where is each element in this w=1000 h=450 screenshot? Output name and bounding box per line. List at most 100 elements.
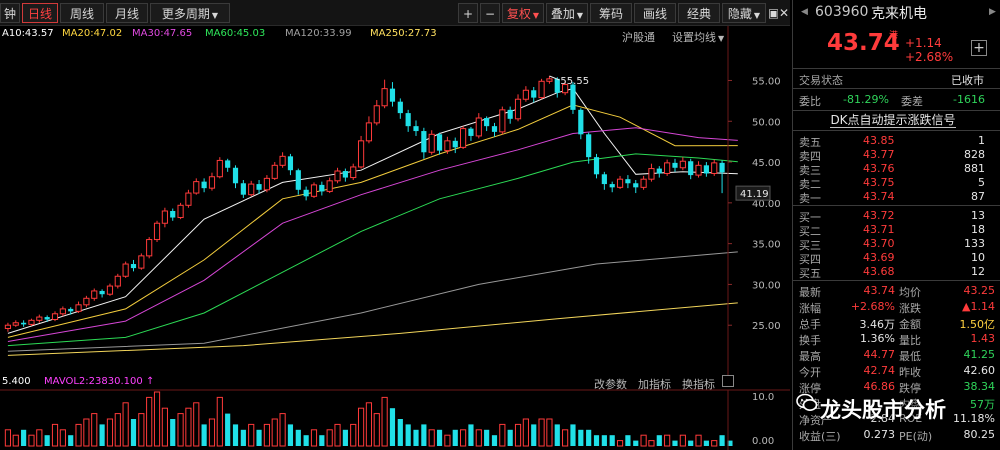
volume-bar[interactable] xyxy=(460,429,467,447)
volume-bar[interactable] xyxy=(310,429,318,447)
volume-bar[interactable] xyxy=(334,423,341,447)
candle-body[interactable] xyxy=(248,183,255,196)
candle-body[interactable] xyxy=(263,177,270,191)
volume-bar[interactable] xyxy=(287,424,294,446)
candle-body[interactable] xyxy=(593,157,600,175)
candle-body[interactable] xyxy=(586,134,592,158)
volume-bar[interactable] xyxy=(711,440,718,447)
volume-bar[interactable] xyxy=(570,424,576,446)
volume-bar[interactable] xyxy=(201,424,207,446)
candle-body[interactable] xyxy=(225,160,231,168)
candle-body[interactable] xyxy=(389,88,396,102)
candle-body[interactable] xyxy=(679,160,686,169)
candle-body[interactable] xyxy=(601,174,607,185)
volume-bar[interactable] xyxy=(240,429,246,446)
candle-body[interactable] xyxy=(240,183,246,195)
candle-body[interactable] xyxy=(475,117,482,137)
candle-body[interactable] xyxy=(616,178,624,188)
volume-bar[interactable] xyxy=(68,435,74,446)
candle-body[interactable] xyxy=(468,128,474,136)
volume-bar[interactable] xyxy=(357,407,365,447)
volume-bar[interactable] xyxy=(161,407,168,447)
candle-body[interactable] xyxy=(12,322,19,326)
chevron-left-icon[interactable]: ◀ xyxy=(801,7,808,17)
candle-body[interactable] xyxy=(452,140,458,148)
candle-body[interactable] xyxy=(75,304,82,312)
volume-bar[interactable] xyxy=(146,396,153,447)
volume-bar[interactable] xyxy=(648,440,655,447)
volume-bar[interactable] xyxy=(413,429,419,446)
candle-body[interactable] xyxy=(711,162,718,174)
volume-bar[interactable] xyxy=(106,418,114,447)
candle-body[interactable] xyxy=(538,80,545,99)
candle-body[interactable] xyxy=(648,168,655,180)
volume-bar[interactable] xyxy=(484,429,490,446)
volume-bar[interactable] xyxy=(177,413,184,447)
volume-bar[interactable] xyxy=(263,423,270,447)
hide-button[interactable]: 隐藏 ▼ xyxy=(722,3,766,23)
tab-more-periods[interactable]: 更多周期 ▼ xyxy=(150,3,230,23)
volume-bar[interactable] xyxy=(499,423,506,447)
candle-body[interactable] xyxy=(193,181,200,194)
volume-bar[interactable] xyxy=(428,429,435,447)
candle-body[interactable] xyxy=(138,255,145,269)
candle-body[interactable] xyxy=(185,192,192,206)
volume-bar[interactable] xyxy=(350,423,357,447)
volume-bar[interactable] xyxy=(436,429,443,446)
sell-order-row[interactable]: 卖二 43.75 5 xyxy=(793,176,1000,191)
candle-body[interactable] xyxy=(381,88,388,107)
volume-bar[interactable] xyxy=(225,413,231,446)
candle-body[interactable] xyxy=(51,313,59,320)
volume-bar[interactable] xyxy=(444,434,451,447)
chevron-right-icon[interactable]: ▶ xyxy=(989,7,996,17)
zoom-in-button[interactable]: + xyxy=(458,3,478,23)
candle-body[interactable] xyxy=(397,101,403,114)
volume-bar[interactable] xyxy=(36,429,43,447)
candle-body[interactable] xyxy=(303,189,309,197)
candle-body[interactable] xyxy=(460,128,467,148)
tab-minute[interactable]: 钟 xyxy=(0,3,20,23)
close-icon[interactable]: ✕ xyxy=(779,3,789,23)
candle-body[interactable] xyxy=(609,184,615,188)
candle-body[interactable] xyxy=(625,179,631,184)
candle-body[interactable] xyxy=(570,84,576,110)
volume-bar[interactable] xyxy=(554,424,560,446)
volume-bar[interactable] xyxy=(295,429,301,446)
volume-bar[interactable] xyxy=(656,435,662,446)
candle-body[interactable] xyxy=(326,180,333,192)
chips-button[interactable]: 筹码 xyxy=(590,3,632,23)
candle-body[interactable] xyxy=(177,204,184,219)
candle-body[interactable] xyxy=(350,166,357,179)
candle-body[interactable] xyxy=(319,184,325,192)
volume-bar[interactable] xyxy=(319,435,325,446)
candle-body[interactable] xyxy=(170,211,176,218)
volume-bar[interactable] xyxy=(4,429,12,447)
candle-body[interactable] xyxy=(295,170,301,190)
buy-order-row[interactable]: 买四 43.69 10 xyxy=(793,251,1000,266)
candle-body[interactable] xyxy=(491,126,498,132)
candle-body[interactable] xyxy=(44,317,50,320)
candle-body[interactable] xyxy=(413,126,419,132)
candle-body[interactable] xyxy=(122,263,129,277)
tab-weekly[interactable]: 周线 xyxy=(60,3,104,23)
volume-bar[interactable] xyxy=(138,413,145,447)
volume-bar[interactable] xyxy=(695,434,702,447)
volume-bar[interactable] xyxy=(326,429,333,447)
volume-bar[interactable] xyxy=(538,418,545,447)
candle-body[interactable] xyxy=(719,162,725,173)
volume-bar[interactable] xyxy=(491,435,498,446)
sell-order-row[interactable]: 卖一 43.74 87 xyxy=(793,190,1000,205)
candle-body[interactable] xyxy=(342,171,348,178)
buy-order-row[interactable]: 买五 43.68 12 xyxy=(793,265,1000,280)
volume-bar[interactable] xyxy=(578,429,584,446)
candle-body[interactable] xyxy=(428,133,435,153)
volume-bar[interactable] xyxy=(609,435,615,446)
sell-order-row[interactable]: 卖五 43.85 1 xyxy=(793,134,1000,149)
volume-bar[interactable] xyxy=(365,402,373,447)
volume-bar[interactable] xyxy=(389,408,396,446)
candle-body[interactable] xyxy=(99,290,105,295)
candle-body[interactable] xyxy=(68,308,74,312)
candle-body[interactable] xyxy=(36,316,43,321)
volume-bar[interactable] xyxy=(59,429,66,447)
candle-body[interactable] xyxy=(499,109,506,133)
